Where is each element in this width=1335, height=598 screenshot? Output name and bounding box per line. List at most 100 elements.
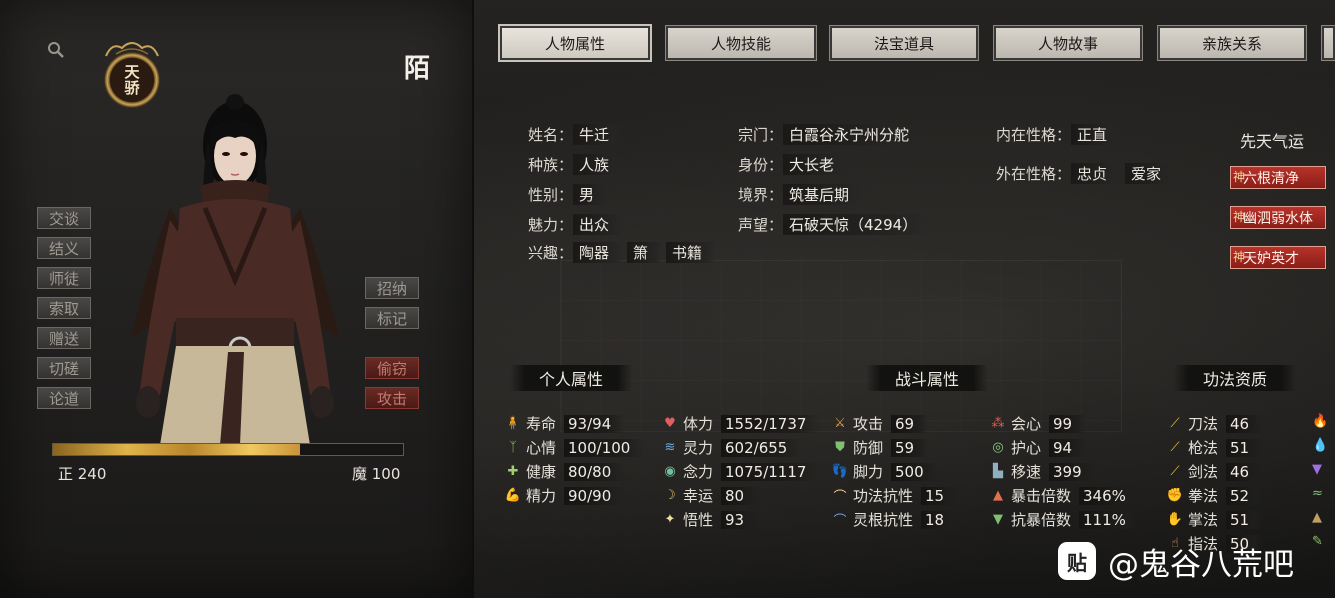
hobbies-row: 兴趣： 陶器箫书籍: [528, 242, 720, 263]
fire-icon: 🔥: [1312, 414, 1329, 429]
hostile-action-button[interactable]: 偷窃: [365, 357, 419, 379]
star-icon: ✦: [664, 512, 676, 527]
heart-icon: ♥: [664, 416, 676, 431]
stat-value: 80: [721, 486, 759, 505]
info-row: 姓名： 牛迁: [528, 124, 627, 145]
map-background: [560, 260, 1122, 432]
fate-item[interactable]: 神六根清净: [1230, 166, 1326, 189]
search-icon[interactable]: [46, 40, 66, 60]
tab-attributes[interactable]: 人物属性: [498, 24, 652, 62]
water-icon: 💧: [1312, 438, 1329, 453]
interaction-button[interactable]: 论道: [37, 387, 91, 409]
fate-mark-icon: 神: [1233, 170, 1246, 184]
tab-more[interactable]: [1321, 25, 1335, 61]
stat-label: 念力: [683, 463, 714, 481]
interaction-button[interactable]: 切磋: [37, 357, 91, 379]
stat-value: 51: [1226, 438, 1264, 457]
stat-row: ⌒ 灵根抗性 18: [832, 509, 959, 530]
stat-value: 93: [721, 510, 759, 529]
fate-item[interactable]: 神幽泗弱水体: [1230, 206, 1326, 229]
stat-row: ᛉ 心情 100/100: [505, 437, 645, 458]
info-value: 人族: [573, 154, 624, 175]
inner-personality-row: 内在性格： 正直: [996, 124, 1125, 145]
stat-value: 46: [1226, 462, 1264, 481]
wind-icon: ≈: [1312, 486, 1323, 501]
stat-label: 健康: [526, 463, 557, 481]
stat-label: 会心: [1011, 415, 1042, 433]
interaction-button[interactable]: 交谈: [37, 207, 91, 229]
watermark-text: @鬼谷八荒吧: [1108, 546, 1294, 583]
stat-value: 59: [891, 438, 929, 457]
stat-label: 寿命: [526, 415, 557, 433]
stat-value: 1552/1737: [721, 414, 821, 433]
eye-icon: ◉: [664, 464, 676, 479]
tab-relations[interactable]: 亲族关系: [1157, 25, 1307, 61]
fist-icon: ✊: [1166, 488, 1184, 503]
stat-row: ▲ 暴击倍数 346%: [990, 485, 1140, 506]
stat-row: ⚔ 攻击 69: [832, 413, 929, 434]
palm-icon: ✋: [1166, 512, 1184, 527]
arm-icon: 💪: [504, 488, 522, 503]
stat-row: ◉ 念力 1075/1117: [662, 461, 821, 482]
info-row: 境界： 筑基后期: [738, 184, 867, 205]
stat-label: 脚力: [853, 463, 884, 481]
stat-value: 100/100: [564, 438, 645, 457]
info-value: 石破天惊（4294）: [783, 214, 932, 235]
feet-icon: 👣: [831, 464, 849, 479]
shield-icon: ⛊: [835, 440, 845, 455]
fate-item[interactable]: 神天妒英才: [1230, 246, 1326, 269]
stat-value: 399: [1049, 462, 1096, 481]
tab-treasures[interactable]: 法宝道具: [829, 25, 979, 61]
stat-label: 灵根抗性: [853, 511, 914, 529]
info-row: 宗门： 白霞谷永宁州分舵: [738, 124, 927, 145]
stat-value: 602/655: [721, 438, 802, 457]
spear-icon: ⟋: [1170, 440, 1180, 455]
hobbies-label: 兴趣：: [528, 244, 574, 262]
stat-row: ✦ 悟性 93: [662, 509, 759, 530]
stat-label: 暴击倍数: [1011, 487, 1072, 505]
stat-value: 52: [1226, 486, 1264, 505]
tab-story[interactable]: 人物故事: [993, 25, 1143, 61]
stat-value: 15: [921, 486, 959, 505]
action-button[interactable]: 招纳: [365, 277, 419, 299]
tab-skills[interactable]: 人物技能: [665, 25, 817, 61]
section-personal: 个人属性: [510, 365, 632, 391]
action-button[interactable]: 标记: [365, 307, 419, 329]
hobby-tag: 箫: [627, 242, 663, 263]
interaction-button[interactable]: 索取: [37, 297, 91, 319]
interaction-button[interactable]: 赠送: [37, 327, 91, 349]
info-label: 魅力：: [528, 216, 574, 234]
stat-label: 悟性: [683, 511, 714, 529]
stat-value: 1075/1117: [721, 462, 821, 481]
fate-label: 幽泗弱水体: [1243, 210, 1313, 227]
stat-value: 18: [921, 510, 959, 529]
interaction-button[interactable]: 结义: [37, 237, 91, 259]
wave-icon: ≋: [664, 440, 676, 455]
stat-row: ✊ 拳法 52: [1166, 485, 1264, 506]
stat-row: ▼ 抗暴倍数 111%: [990, 509, 1140, 530]
character-portrait: [130, 94, 340, 445]
stat-label: 护心: [1011, 439, 1042, 457]
info-value: 出众: [573, 214, 624, 235]
personality-tag: 爱家: [1125, 163, 1176, 184]
interaction-button[interactable]: 师徒: [37, 267, 91, 289]
stat-label: 灵力: [683, 439, 714, 457]
hostile-action-button[interactable]: 攻击: [365, 387, 419, 409]
stat-label: 精力: [526, 487, 557, 505]
stat-row: 👣 脚力 500: [832, 461, 938, 482]
stat-row: 🧍 寿命 93/94: [505, 413, 626, 434]
stat-value: 93/94: [564, 414, 626, 433]
lightning-icon: ▼: [1312, 462, 1322, 477]
stat-label: 移速: [1011, 463, 1042, 481]
info-value: 男: [573, 184, 609, 205]
inner-personality-label: 内在性格：: [996, 126, 1072, 144]
personality-tag: 正直: [1071, 124, 1122, 145]
stat-value: 51: [1226, 510, 1264, 529]
demonic-value: 魔 100: [352, 465, 401, 483]
stat-row: ⟋ 剑法 46: [1167, 461, 1264, 482]
dome-blue-icon: ⌒: [833, 514, 847, 529]
stat-label: 功法抗性: [853, 487, 914, 505]
info-value: 大长老: [783, 154, 849, 175]
stat-value: 94: [1049, 438, 1087, 457]
stat-value: 111%: [1079, 510, 1140, 529]
